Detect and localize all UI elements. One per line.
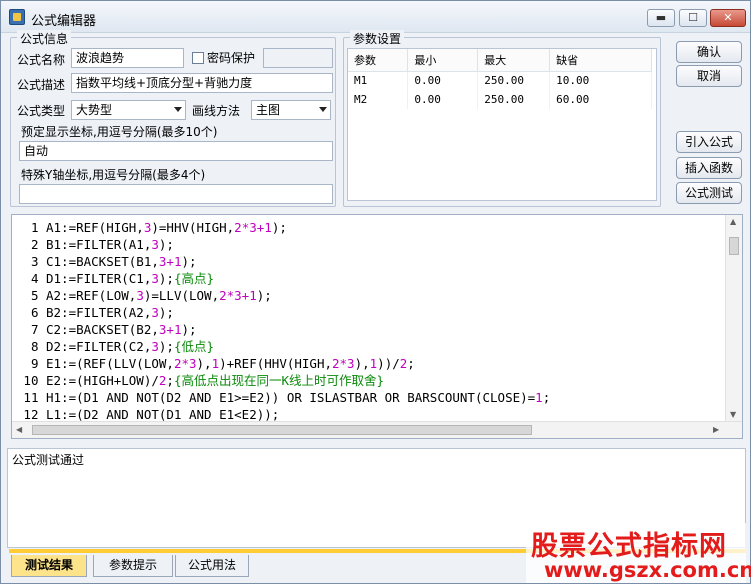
scroll-up-icon[interactable]: ▲ bbox=[730, 217, 736, 226]
line-number: 3 bbox=[30, 254, 46, 269]
formula-name-input[interactable]: 波浪趋势 bbox=[71, 48, 184, 68]
title-bar: 公式编辑器 ▬ ☐ ✕ bbox=[1, 1, 750, 33]
param-col-max: 最大 bbox=[477, 49, 551, 72]
formula-info-label: 公式信息 bbox=[17, 30, 72, 47]
horizontal-scrollbar[interactable]: ◀ ▶ bbox=[12, 421, 742, 438]
code-text[interactable]: C1:=BACKSET(B1,3+1); bbox=[46, 254, 197, 269]
name-label: 公式名称 bbox=[17, 53, 66, 67]
code-line[interactable]: 7 C2:=BACKSET(B2,3+1); bbox=[12, 321, 550, 338]
code-line[interactable]: 10 E2:=(HIGH+LOW)/2;{高低点出现在同一K线上时可作取舍} bbox=[12, 372, 550, 389]
code-line[interactable]: 5 A2:=REF(LOW,3)=LLV(LOW,2*3+1); bbox=[12, 287, 550, 304]
vertical-scrollbar[interactable]: ▲ ▼ bbox=[725, 215, 742, 423]
window-title: 公式编辑器 bbox=[31, 14, 97, 29]
test-formula-button[interactable]: 公式测试 bbox=[676, 182, 742, 204]
code-text[interactable]: L1:=(D2 AND NOT(D1 AND E1<E2)); bbox=[46, 407, 279, 422]
scroll-left-icon[interactable]: ◀ bbox=[16, 425, 22, 434]
line-number: 2 bbox=[30, 237, 46, 252]
param-cell[interactable]: 0.00 bbox=[407, 71, 479, 90]
preset-coords-input[interactable]: 自动 bbox=[19, 141, 333, 161]
insert-function-button[interactable]: 插入函数 bbox=[676, 157, 742, 179]
param-cell[interactable]: M2 bbox=[348, 90, 409, 109]
close-button[interactable]: ✕ bbox=[710, 9, 746, 27]
code-text[interactable]: D1:=FILTER(C1,3);{高点} bbox=[46, 271, 214, 286]
params-group-label: 参数设置 bbox=[350, 30, 405, 47]
param-cell[interactable]: M1 bbox=[348, 71, 409, 90]
param-col-name: 参数 bbox=[348, 49, 409, 72]
special-y-label: 特殊Y轴坐标,用逗号分隔(最多4个) bbox=[21, 168, 206, 182]
code-line[interactable]: 6 B2:=FILTER(A2,3); bbox=[12, 304, 550, 321]
draw-method-select[interactable]: 主图 bbox=[251, 100, 331, 120]
code-text[interactable]: E2:=(HIGH+LOW)/2;{高低点出现在同一K线上时可作取舍} bbox=[46, 373, 384, 388]
line-number: 5 bbox=[30, 288, 46, 303]
code-editor[interactable]: 1 A1:=REF(HIGH,3)=HHV(HIGH,2*3+1); 2 B1:=… bbox=[11, 214, 743, 439]
table-row[interactable]: M2 0.00 250.00 60.00 bbox=[348, 90, 652, 109]
draw-method-value: 主图 bbox=[256, 103, 281, 117]
test-output-text: 公式测试通过 bbox=[12, 453, 85, 467]
code-text[interactable]: A2:=REF(LOW,3)=LLV(LOW,2*3+1); bbox=[46, 288, 272, 303]
code-line[interactable]: 3 C1:=BACKSET(B1,3+1); bbox=[12, 253, 550, 270]
password-label: 密码保护 bbox=[207, 51, 256, 65]
line-number: 11 bbox=[23, 390, 46, 405]
app-icon bbox=[9, 9, 25, 25]
param-cell[interactable]: 0.00 bbox=[407, 90, 479, 109]
line-number: 10 bbox=[23, 373, 46, 388]
line-number: 8 bbox=[30, 339, 46, 354]
ok-button[interactable]: 确认 bbox=[676, 41, 742, 63]
code-line[interactable]: 9 E1:=(REF(LLV(LOW,2*3),1)+REF(HHV(HIGH,… bbox=[12, 355, 550, 372]
line-number: 6 bbox=[30, 305, 46, 320]
special-y-input[interactable] bbox=[19, 184, 333, 204]
formula-type-value: 大势型 bbox=[76, 103, 113, 117]
password-input[interactable] bbox=[263, 48, 333, 68]
scroll-right-icon[interactable]: ▶ bbox=[713, 425, 719, 434]
desc-label: 公式描述 bbox=[17, 78, 66, 92]
watermark-url: www.gszx.com.cn bbox=[544, 558, 751, 582]
horizontal-scroll-thumb[interactable] bbox=[32, 425, 532, 435]
code-text[interactable]: D2:=FILTER(C2,3);{低点} bbox=[46, 339, 214, 354]
code-text[interactable]: A1:=REF(HIGH,3)=HHV(HIGH,2*3+1); bbox=[46, 220, 287, 235]
line-number: 7 bbox=[30, 322, 46, 337]
code-line[interactable]: 2 B1:=FILTER(A1,3); bbox=[12, 236, 550, 253]
param-cell[interactable]: 60.00 bbox=[549, 90, 652, 109]
code-area[interactable]: 1 A1:=REF(HIGH,3)=HHV(HIGH,2*3+1); 2 B1:=… bbox=[12, 219, 550, 423]
formula-desc-input[interactable]: 指数平均线+顶底分型+背驰力度 bbox=[71, 73, 333, 93]
password-checkbox[interactable] bbox=[192, 52, 204, 64]
chevron-down-icon bbox=[174, 107, 182, 112]
param-cell[interactable]: 250.00 bbox=[477, 90, 551, 109]
code-text[interactable]: H1:=(D1 AND NOT(D2 AND E1>=E2)) OR ISLAS… bbox=[46, 390, 550, 405]
code-line[interactable]: 11 H1:=(D1 AND NOT(D2 AND E1>=E2)) OR IS… bbox=[12, 389, 550, 406]
param-cell[interactable]: 250.00 bbox=[477, 71, 551, 90]
maximize-button[interactable]: ☐ bbox=[679, 9, 707, 27]
tab-formula-usage[interactable]: 公式用法 bbox=[175, 555, 249, 577]
code-text[interactable]: B2:=FILTER(A2,3); bbox=[46, 305, 174, 320]
tab-param-hint[interactable]: 参数提示 bbox=[93, 555, 173, 577]
vertical-scroll-thumb[interactable] bbox=[729, 237, 739, 255]
code-text[interactable]: E1:=(REF(LLV(LOW,2*3),1)+REF(HHV(HIGH,2*… bbox=[46, 356, 415, 371]
minimize-button[interactable]: ▬ bbox=[647, 9, 675, 27]
line-number: 9 bbox=[30, 356, 46, 371]
param-col-default: 缺省 bbox=[549, 49, 652, 72]
import-formula-button[interactable]: 引入公式 bbox=[676, 131, 742, 153]
param-cell[interactable]: 10.00 bbox=[549, 71, 652, 90]
formula-type-select[interactable]: 大势型 bbox=[71, 100, 186, 120]
table-row[interactable]: M1 0.00 250.00 10.00 bbox=[348, 71, 652, 90]
draw-method-label: 画线方法 bbox=[192, 104, 241, 118]
line-number: 1 bbox=[30, 220, 46, 235]
formula-editor-window: 公式编辑器 ▬ ☐ ✕ 公式信息 公式名称 波浪趋势 密码保护 公式描述 指数平… bbox=[0, 0, 751, 584]
chevron-down-icon bbox=[319, 107, 327, 112]
code-line[interactable]: 1 A1:=REF(HIGH,3)=HHV(HIGH,2*3+1); bbox=[12, 219, 550, 236]
code-text[interactable]: B1:=FILTER(A1,3); bbox=[46, 237, 174, 252]
params-table: 参数 最小 最大 缺省 M1 0.00 250.00 10.00 M2 0.00… bbox=[348, 49, 652, 109]
code-line[interactable]: 4 D1:=FILTER(C1,3);{高点} bbox=[12, 270, 550, 287]
type-label: 公式类型 bbox=[17, 104, 66, 118]
code-line[interactable]: 8 D2:=FILTER(C2,3);{低点} bbox=[12, 338, 550, 355]
param-col-min: 最小 bbox=[407, 49, 479, 72]
cancel-button[interactable]: 取消 bbox=[676, 65, 742, 87]
tab-test-result[interactable]: 测试结果 bbox=[11, 555, 87, 577]
line-number: 4 bbox=[30, 271, 46, 286]
code-text[interactable]: C2:=BACKSET(B2,3+1); bbox=[46, 322, 197, 337]
preset-coords-label: 预定显示坐标,用逗号分隔(最多10个) bbox=[21, 125, 218, 139]
scroll-down-icon[interactable]: ▼ bbox=[730, 410, 736, 419]
